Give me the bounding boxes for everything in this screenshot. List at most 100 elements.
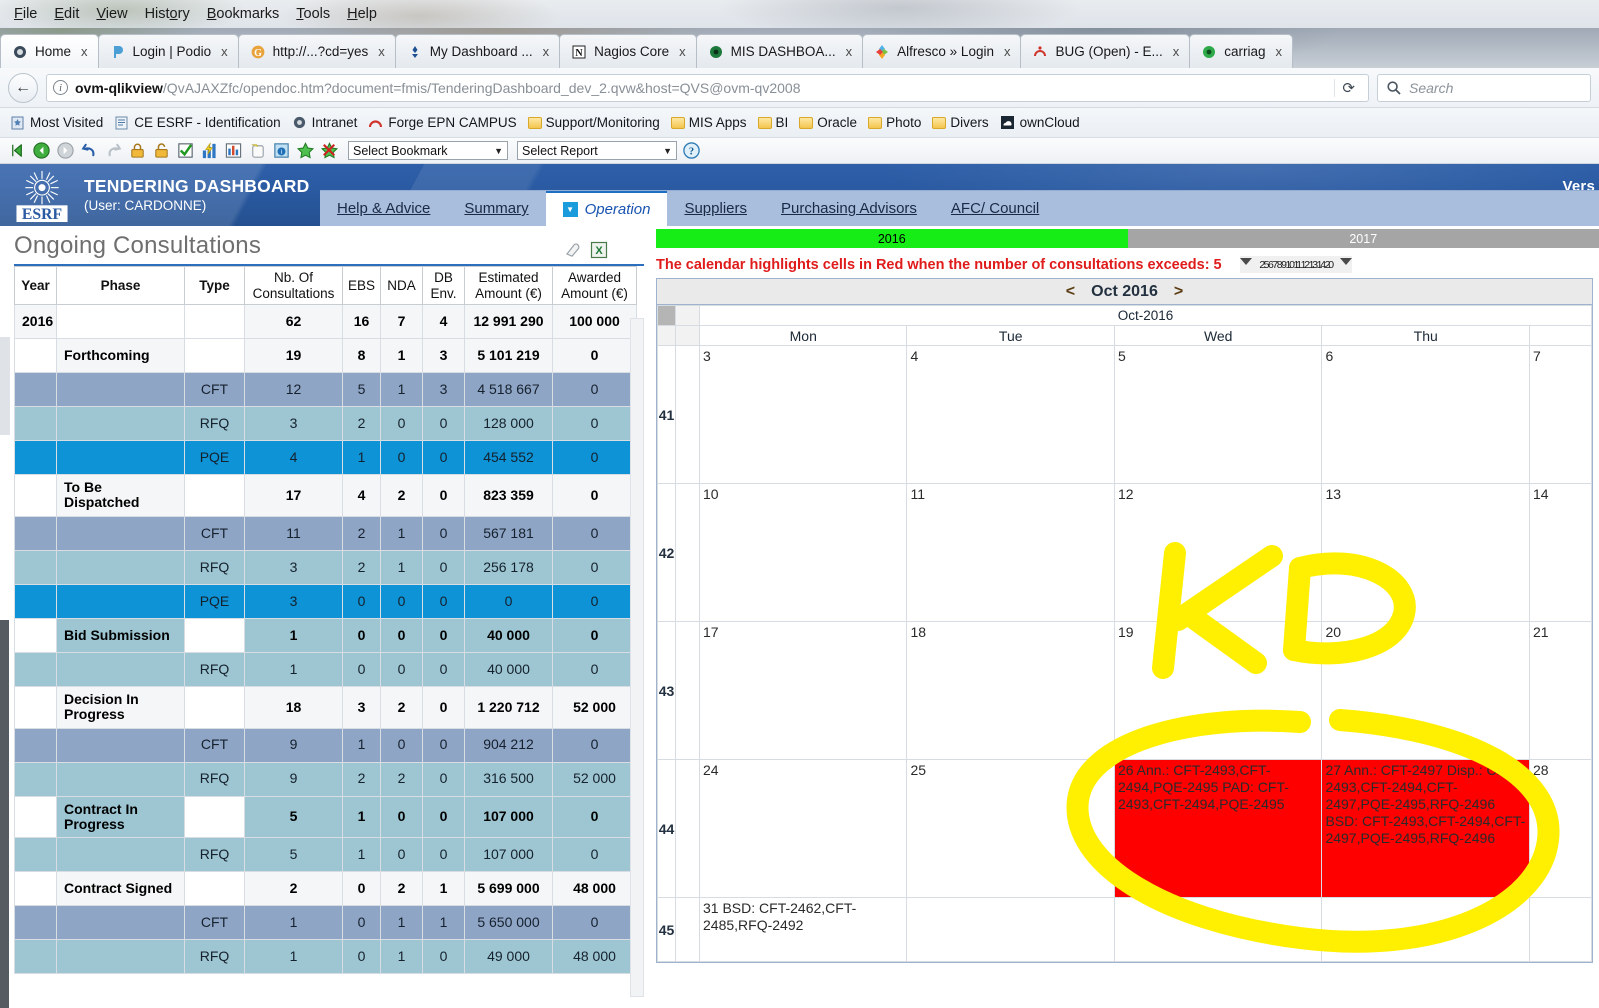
column-header-0[interactable]: Year	[15, 267, 57, 305]
cell-est[interactable]: 567 181	[465, 516, 553, 550]
calendar-day-cell[interactable]	[907, 898, 1114, 962]
bookmark-3[interactable]: Forge EPN CAMPUS	[368, 115, 516, 131]
close-icon[interactable]: x	[218, 44, 231, 59]
calendar-day-cell[interactable]: 10	[700, 484, 907, 622]
table-row[interactable]: CFT125134 518 6670	[15, 373, 637, 407]
app-tab-afc-council[interactable]: AFC/ Council	[934, 191, 1056, 227]
cell-phase[interactable]: Bid Submission	[57, 618, 185, 652]
cell-est[interactable]: 5 699 000	[465, 872, 553, 906]
cell-year[interactable]	[15, 618, 57, 652]
cell-nda[interactable]: 1	[381, 373, 423, 407]
cell-awa[interactable]: 48 000	[553, 940, 637, 974]
cell-ebs[interactable]: 0	[343, 652, 381, 686]
table-row[interactable]: To Be Dispatched17420823 3590	[15, 475, 637, 517]
menu-file[interactable]: FFileile	[14, 6, 37, 22]
cell-ebs[interactable]: 1	[343, 728, 381, 762]
cell-year[interactable]	[15, 686, 57, 728]
table-row[interactable]: Contract In Progress5100107 0000	[15, 796, 637, 838]
cell-phase[interactable]	[57, 305, 185, 339]
browser-tab-5[interactable]: MIS DASHBOA...x	[696, 34, 864, 68]
table-row[interactable]: RFQ5100107 0000	[15, 838, 637, 872]
column-header-5[interactable]: NDA	[381, 267, 423, 305]
cell-nb[interactable]: 1	[245, 652, 343, 686]
cell-type[interactable]: CFT	[185, 728, 245, 762]
cell-type[interactable]	[185, 796, 245, 838]
calendar-day-cell[interactable]: 27 Ann.: CFT-2497 Disp.: CFT-2493,CFT-24…	[1322, 760, 1530, 898]
cell-ebs[interactable]: 16	[343, 305, 381, 339]
cell-est[interactable]: 40 000	[465, 652, 553, 686]
cell-year[interactable]	[15, 940, 57, 974]
cell-nb[interactable]: 4	[245, 441, 343, 475]
report-icon[interactable]	[224, 141, 243, 160]
table-row[interactable]: 201662167412 991 290100 000	[15, 305, 637, 339]
cell-db[interactable]: 4	[423, 305, 465, 339]
cell-awa[interactable]: 0	[553, 652, 637, 686]
chevron-down-icon[interactable]: ▼	[563, 202, 578, 217]
menu-bookmarks[interactable]: Bookmarks	[207, 6, 280, 22]
cell-nb[interactable]: 19	[245, 339, 343, 373]
calendar-day-cell[interactable]: 17	[700, 622, 907, 760]
cell-est[interactable]: 49 000	[465, 940, 553, 974]
cell-nda[interactable]: 1	[381, 906, 423, 940]
cell-ebs[interactable]: 0	[343, 872, 381, 906]
table-row[interactable]: CFT10115 650 0000	[15, 906, 637, 940]
cell-phase[interactable]	[57, 762, 185, 796]
cell-nda[interactable]: 1	[381, 516, 423, 550]
cell-nda[interactable]: 0	[381, 441, 423, 475]
table-row[interactable]: RFQ101049 00048 000	[15, 940, 637, 974]
browser-tab-0[interactable]: Homex	[0, 34, 99, 68]
column-header-3[interactable]: Nb. Of Consultations	[245, 267, 343, 305]
cell-type[interactable]: CFT	[185, 906, 245, 940]
cell-nb[interactable]: 9	[245, 762, 343, 796]
menu-history[interactable]: History	[145, 6, 190, 22]
cell-phase[interactable]: Contract Signed	[57, 872, 185, 906]
cell-db[interactable]: 0	[423, 475, 465, 517]
cell-db[interactable]: 0	[423, 796, 465, 838]
cell-ebs[interactable]: 2	[343, 516, 381, 550]
close-icon[interactable]: x	[1170, 44, 1183, 59]
cell-est[interactable]: 0	[465, 584, 553, 618]
close-icon[interactable]: x	[78, 44, 91, 59]
cell-awa[interactable]: 0	[553, 373, 637, 407]
cell-nda[interactable]: 1	[381, 550, 423, 584]
cell-db[interactable]: 0	[423, 652, 465, 686]
select-bookmark-dropdown[interactable]: Select Bookmark ▼	[348, 141, 508, 160]
app-tab-purchasing-advisors[interactable]: Purchasing Advisors	[764, 191, 934, 227]
cell-nda[interactable]: 1	[381, 940, 423, 974]
cell-awa[interactable]: 0	[553, 516, 637, 550]
calendar-day-cell[interactable]: 14	[1529, 484, 1591, 622]
cell-est[interactable]: 316 500	[465, 762, 553, 796]
cell-db[interactable]: 0	[423, 516, 465, 550]
close-icon[interactable]: x	[375, 44, 388, 59]
calendar-day-cell[interactable]: 19	[1114, 622, 1321, 760]
cell-awa[interactable]: 0	[553, 441, 637, 475]
cell-type[interactable]: PQE	[185, 584, 245, 618]
cell-year[interactable]	[15, 906, 57, 940]
cell-year[interactable]	[15, 441, 57, 475]
cell-ebs[interactable]: 0	[343, 584, 381, 618]
cell-type[interactable]: RFQ	[185, 762, 245, 796]
calendar-day-cell[interactable]: 12	[1114, 484, 1321, 622]
bookmark-6[interactable]: BI	[758, 115, 789, 130]
cell-ebs[interactable]: 0	[343, 906, 381, 940]
menu-help[interactable]: Help	[347, 6, 377, 22]
calendar-day-cell[interactable]	[1322, 898, 1530, 962]
cell-phase[interactable]	[57, 584, 185, 618]
cell-type[interactable]: CFT	[185, 516, 245, 550]
cell-db[interactable]: 0	[423, 838, 465, 872]
cell-db[interactable]: 0	[423, 940, 465, 974]
cell-db[interactable]: 0	[423, 441, 465, 475]
table-row[interactable]: RFQ3200128 0000	[15, 407, 637, 441]
cell-nda[interactable]: 0	[381, 652, 423, 686]
cell-nb[interactable]: 12	[245, 373, 343, 407]
forward-icon[interactable]	[56, 141, 75, 160]
cell-type[interactable]: RFQ	[185, 550, 245, 584]
cell-phase[interactable]	[57, 441, 185, 475]
table-vertical-scrollbar[interactable]	[630, 318, 644, 997]
calendar-day-cell[interactable]: 26 Ann.: CFT-2493,CFT-2494,PQE-2495 PAD:…	[1114, 760, 1321, 898]
cell-type[interactable]	[185, 339, 245, 373]
calendar-day-cell[interactable]: 3	[700, 346, 907, 484]
table-row[interactable]: RFQ9220316 50052 000	[15, 762, 637, 796]
cell-awa[interactable]: 0	[553, 550, 637, 584]
cell-year[interactable]	[15, 550, 57, 584]
